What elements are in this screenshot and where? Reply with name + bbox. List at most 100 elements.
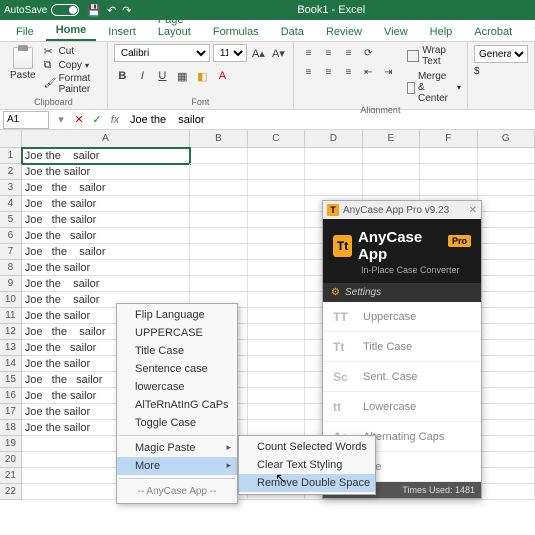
- cell[interactable]: Joe the sailor: [22, 276, 190, 292]
- anycase-settings-button[interactable]: Settings: [323, 283, 481, 302]
- row-header[interactable]: 13: [0, 340, 22, 356]
- tab-data[interactable]: Data: [271, 23, 314, 41]
- menu-item[interactable]: Flip Language: [117, 306, 237, 324]
- column-header[interactable]: A: [22, 130, 190, 148]
- tab-home[interactable]: Home: [46, 21, 97, 41]
- cut-button[interactable]: Cut: [44, 45, 101, 57]
- currency-button[interactable]: $: [474, 66, 490, 82]
- column-header[interactable]: B: [190, 130, 247, 148]
- row-header[interactable]: 15: [0, 372, 22, 388]
- cell[interactable]: [478, 276, 535, 292]
- row-header[interactable]: 22: [0, 484, 22, 500]
- cell[interactable]: [363, 148, 420, 164]
- cell[interactable]: Joe the sailor: [22, 180, 190, 196]
- cell[interactable]: [478, 148, 535, 164]
- font-name-select[interactable]: Calibri: [114, 44, 210, 62]
- formula-input[interactable]: [124, 113, 535, 127]
- row-header[interactable]: 9: [0, 276, 22, 292]
- close-icon[interactable]: ✕: [469, 205, 477, 216]
- font-color-button[interactable]: A: [214, 68, 231, 85]
- row-header[interactable]: 8: [0, 260, 22, 276]
- row-header[interactable]: 3: [0, 180, 22, 196]
- cell[interactable]: [190, 148, 247, 164]
- paste-button[interactable]: Paste: [6, 45, 40, 96]
- align-left-button[interactable]: ≡: [300, 64, 317, 81]
- bold-button[interactable]: B: [114, 68, 131, 85]
- row-header[interactable]: 4: [0, 196, 22, 212]
- menu-item[interactable]: Toggle Case: [117, 414, 237, 432]
- row-header[interactable]: 11: [0, 308, 22, 324]
- cell[interactable]: Joe the sailor: [22, 244, 190, 260]
- anycase-titlebar[interactable]: T AnyCase App Pro v9.23 ✕: [323, 201, 481, 219]
- menu-item[interactable]: UPPERCASE: [117, 324, 237, 342]
- context-menu[interactable]: Flip LanguageUPPERCASETitle CaseSentence…: [116, 303, 238, 504]
- cell[interactable]: [248, 404, 305, 420]
- cell[interactable]: [248, 308, 305, 324]
- anycase-option[interactable]: TTUppercase: [323, 302, 481, 332]
- align-top-button[interactable]: ≡: [300, 45, 317, 62]
- cell[interactable]: [478, 244, 535, 260]
- autosave-toggle[interactable]: AutoSave: [4, 4, 79, 16]
- cell[interactable]: [363, 180, 420, 196]
- cell[interactable]: [248, 196, 305, 212]
- menu-item[interactable]: AlTeRnAtInG CaPs: [117, 396, 237, 414]
- tab-view[interactable]: View: [374, 23, 418, 41]
- align-bottom-button[interactable]: ≡: [340, 45, 357, 62]
- cell[interactable]: [248, 164, 305, 180]
- redo-icon[interactable]: ↷: [122, 4, 131, 17]
- menu-item-more[interactable]: More: [117, 457, 237, 475]
- cell[interactable]: [478, 372, 535, 388]
- orientation-button[interactable]: ⟳: [360, 45, 377, 62]
- row-header[interactable]: 1: [0, 148, 22, 164]
- cell[interactable]: [248, 148, 305, 164]
- undo-icon[interactable]: ↶: [107, 4, 116, 17]
- tab-acrobat[interactable]: Acrobat: [464, 23, 522, 41]
- tab-review[interactable]: Review: [316, 23, 372, 41]
- row-header[interactable]: 7: [0, 244, 22, 260]
- submenu-item[interactable]: Count Selected Words: [239, 438, 375, 456]
- align-center-button[interactable]: ≡: [320, 64, 337, 81]
- fx-icon[interactable]: fx: [106, 114, 124, 126]
- cell[interactable]: Joe the sailor: [22, 196, 190, 212]
- menu-item[interactable]: Title Case: [117, 342, 237, 360]
- submenu-item[interactable]: Remove Double Space: [239, 474, 375, 492]
- cell[interactable]: [478, 292, 535, 308]
- enter-icon[interactable]: ✓: [88, 113, 106, 126]
- cell[interactable]: [420, 180, 477, 196]
- row-header[interactable]: 20: [0, 452, 22, 468]
- cell[interactable]: [248, 276, 305, 292]
- cell[interactable]: [478, 356, 535, 372]
- cell[interactable]: [478, 324, 535, 340]
- cell[interactable]: [190, 196, 247, 212]
- column-header[interactable]: D: [305, 130, 362, 148]
- cell[interactable]: Joe the sailor: [22, 228, 190, 244]
- align-middle-button[interactable]: ≡: [320, 45, 337, 62]
- tab-page-layout[interactable]: Page Layout: [148, 11, 201, 41]
- cell[interactable]: [190, 212, 247, 228]
- column-header[interactable]: C: [248, 130, 305, 148]
- cell[interactable]: [420, 148, 477, 164]
- cell[interactable]: [305, 180, 362, 196]
- anycase-option[interactable]: ttLowercase: [323, 392, 481, 422]
- row-header[interactable]: 2: [0, 164, 22, 180]
- cell[interactable]: [248, 228, 305, 244]
- row-header[interactable]: 18: [0, 420, 22, 436]
- cell[interactable]: [305, 164, 362, 180]
- cell[interactable]: Joe the sailor: [22, 148, 190, 164]
- cell[interactable]: [248, 324, 305, 340]
- cell[interactable]: [478, 404, 535, 420]
- cell[interactable]: [248, 420, 305, 436]
- cancel-formula-button[interactable]: ▾: [52, 113, 70, 126]
- cell[interactable]: [478, 308, 535, 324]
- cell[interactable]: [248, 356, 305, 372]
- anycase-option[interactable]: TtTitle Case: [323, 332, 481, 362]
- cell[interactable]: [478, 228, 535, 244]
- row-header[interactable]: 5: [0, 212, 22, 228]
- context-submenu[interactable]: Count Selected WordsClear Text StylingRe…: [238, 435, 376, 495]
- cell[interactable]: [478, 452, 535, 468]
- cell[interactable]: [248, 260, 305, 276]
- row-header[interactable]: 6: [0, 228, 22, 244]
- cell[interactable]: [478, 420, 535, 436]
- row-header[interactable]: 19: [0, 436, 22, 452]
- cell[interactable]: [190, 228, 247, 244]
